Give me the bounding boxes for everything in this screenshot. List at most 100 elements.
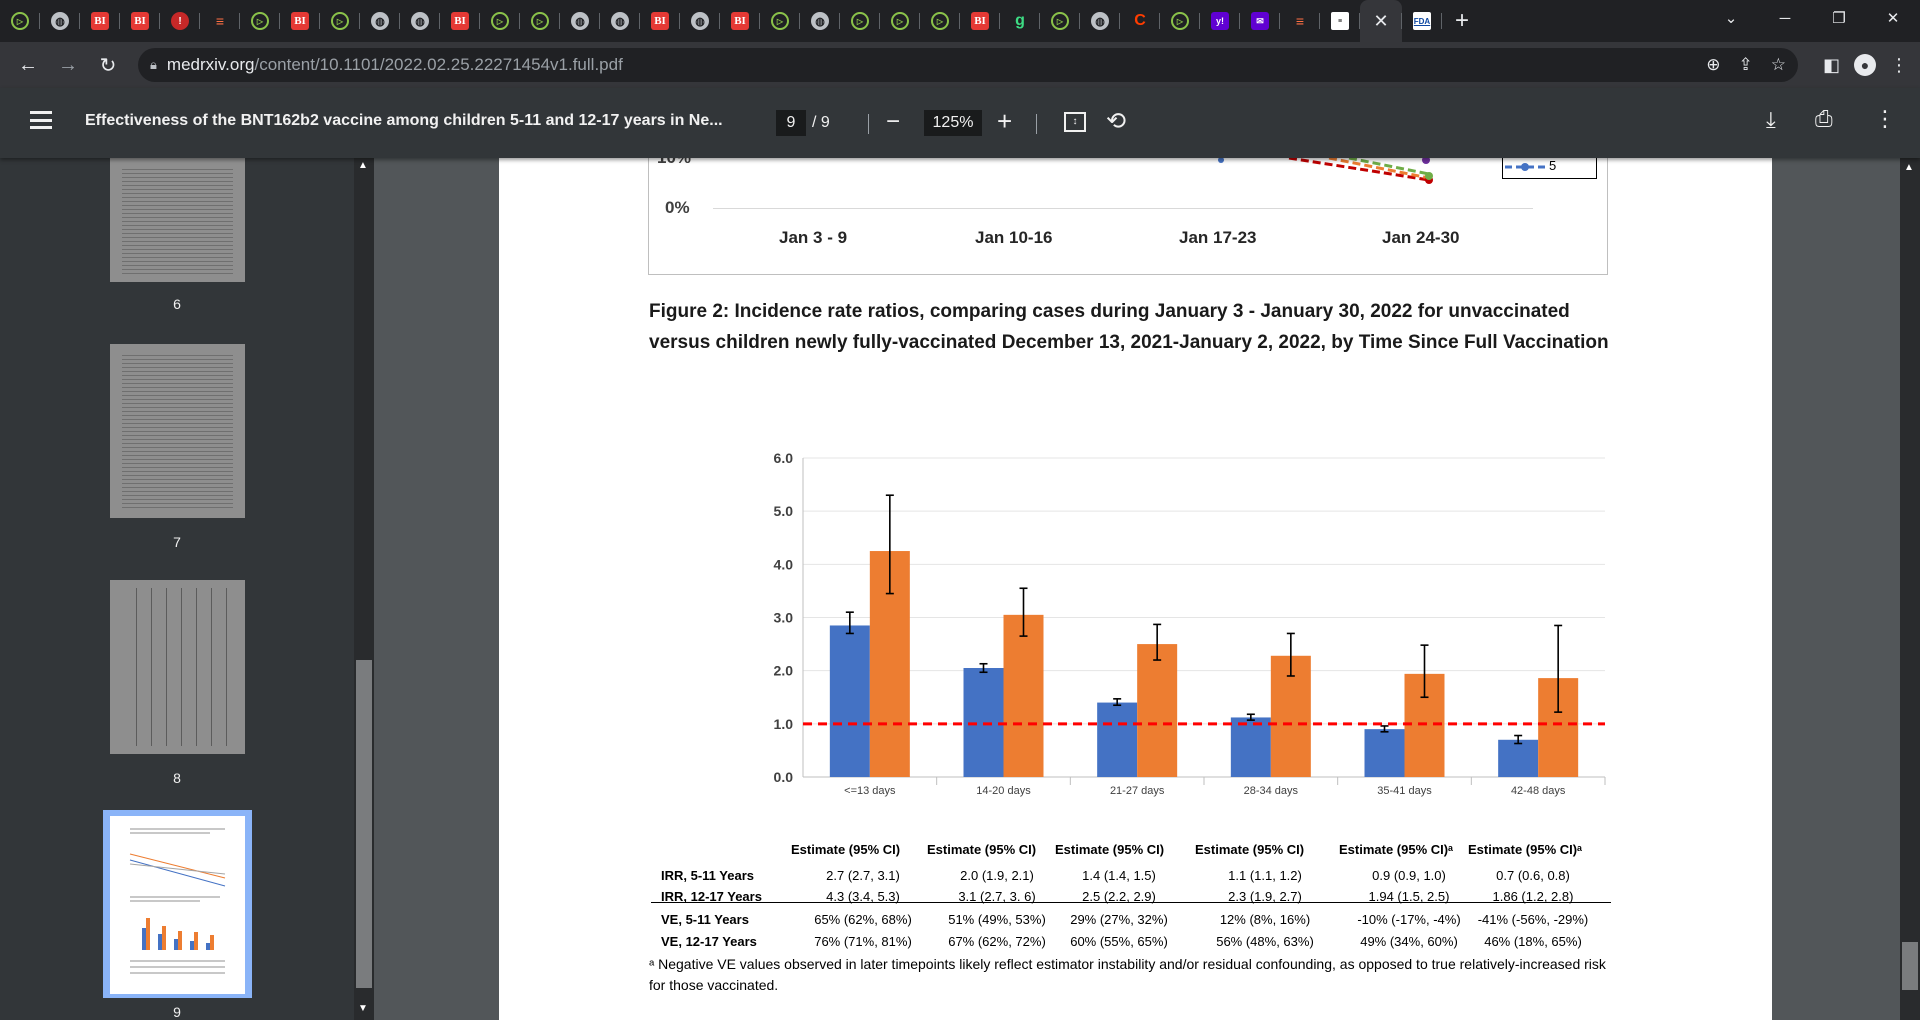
tab[interactable]: BI	[440, 0, 480, 42]
bi-icon: BI	[731, 12, 749, 30]
main-scrollbar[interactable]	[1900, 158, 1920, 1020]
tab[interactable]: ▷	[480, 0, 520, 42]
lock-icon[interactable]: 🔒︎	[150, 57, 157, 73]
globe-icon: ◍	[811, 12, 829, 30]
thumbnail-page-9[interactable]	[110, 816, 245, 994]
tab[interactable]: BI	[80, 0, 120, 42]
tab[interactable]: BI	[120, 0, 160, 42]
series-line	[1348, 158, 1430, 176]
tab-search-button[interactable]: ⌄	[1704, 0, 1758, 36]
tab[interactable]: ▷	[320, 0, 360, 42]
tab[interactable]: BI	[280, 0, 320, 42]
tab[interactable]: ▷	[520, 0, 560, 42]
more-actions-icon[interactable]: ⋮	[1874, 106, 1896, 132]
main-scroll-thumb[interactable]	[1902, 942, 1918, 990]
address-bar[interactable]: 🔒︎ medrxiv.org/content/10.1101/2022.02.2…	[138, 48, 1798, 82]
url-host: medrxiv.org	[166, 55, 255, 74]
tab[interactable]: BI	[720, 0, 760, 42]
profile-avatar[interactable]: ●	[1854, 54, 1876, 76]
tab[interactable]: g	[1000, 0, 1040, 42]
tab-active[interactable]: ✕	[1360, 0, 1402, 42]
chrome-menu-icon[interactable]: ⋮	[1890, 55, 1908, 76]
share-icon[interactable]: ⇪	[1739, 55, 1753, 75]
zoom-in-button[interactable]: +	[997, 106, 1012, 137]
scroll-up-icon[interactable]: ▲	[1904, 162, 1914, 173]
tab[interactable]: ▷	[840, 0, 880, 42]
pdf-page: 10% 0% Jan 3 - 9 Jan 10-16 Jan 17-23 Jan…	[499, 148, 1772, 1020]
fit-page-icon[interactable]: ↕	[1064, 112, 1086, 132]
zoom-input[interactable]: 125%	[924, 110, 982, 136]
tab[interactable]: ◍	[560, 0, 600, 42]
tab[interactable]: ◍	[40, 0, 80, 42]
tab[interactable]: y!	[1200, 0, 1240, 42]
tab[interactable]: ≡	[1280, 0, 1320, 42]
thumbnail-page-7[interactable]	[110, 344, 245, 518]
table-header: Estimate (95% CI)ᵃ	[1339, 842, 1453, 857]
thumbnail-page-8[interactable]	[110, 580, 245, 754]
tab[interactable]: BI	[960, 0, 1000, 42]
table-cell: 60% (55%, 65%)	[1070, 934, 1168, 949]
bar	[1137, 644, 1178, 777]
close-window-button[interactable]: ✕	[1866, 0, 1920, 36]
tab[interactable]: ▷	[880, 0, 920, 42]
play-icon: ▷	[891, 12, 909, 30]
tab[interactable]: !	[160, 0, 200, 42]
print-icon[interactable]: ⎙	[1815, 106, 1833, 132]
back-button[interactable]: ←	[8, 47, 48, 83]
download-icon[interactable]: ⤓	[1766, 107, 1776, 133]
bi-icon: BI	[91, 12, 109, 30]
thumbnail-page-6[interactable]	[110, 158, 245, 282]
forward-button[interactable]: →	[48, 47, 88, 83]
close-tab-icon[interactable]: ✕	[1373, 11, 1388, 32]
tab[interactable]: ▷	[920, 0, 960, 42]
tab[interactable]: C	[1120, 0, 1160, 42]
page-number-input[interactable]: 9	[776, 110, 806, 136]
bi-icon: BI	[291, 12, 309, 30]
tab[interactable]: ◍	[360, 0, 400, 42]
omnibox-actions: ⊕ ⇪ ☆	[1706, 48, 1786, 82]
tab[interactable]: ◍	[800, 0, 840, 42]
tab[interactable]: ▷	[1040, 0, 1080, 42]
play-icon: ▷	[11, 12, 29, 30]
tab[interactable]: BI	[640, 0, 680, 42]
tab[interactable]: ✉	[1240, 0, 1280, 42]
zoom-out-button[interactable]: −	[886, 108, 900, 136]
tab[interactable]: ◍	[400, 0, 440, 42]
scroll-up-icon[interactable]: ▲	[358, 160, 368, 171]
table-cell: 51% (49%, 53%)	[948, 912, 1046, 927]
table-cell: 29% (27%, 32%)	[1070, 912, 1168, 927]
tab-strip: ▷ ◍ BI BI! ≡ ▷ BI ▷ ◍ ◍ BI ▷ ▷ ◍ ◍ BI ◍ BI ▷ ◍ ▷ ▷ ▷ BI g ▷ ◍ C ▷ y! ✉…	[0, 0, 1920, 42]
new-tab-button[interactable]: +	[1442, 7, 1482, 35]
minimize-button[interactable]: ─	[1758, 0, 1812, 36]
tab-fda[interactable]: FDA	[1402, 0, 1442, 42]
rotate-icon[interactable]: ⟲	[1106, 107, 1126, 136]
g-icon: g	[1015, 12, 1025, 29]
sidebar-scroll-thumb[interactable]	[356, 660, 372, 988]
table-cell: 46% (18%, 65%)	[1484, 934, 1582, 949]
table-cell: 1.1 (1.1, 1.2)	[1228, 868, 1302, 883]
tab[interactable]: ◍	[680, 0, 720, 42]
tab[interactable]: ≡	[200, 0, 240, 42]
restore-button[interactable]: ❐	[1812, 0, 1866, 36]
table-header: Estimate (95% CI)	[927, 842, 1037, 857]
bar	[1364, 729, 1405, 777]
thumbnail-label: 8	[173, 770, 181, 786]
reload-button[interactable]: ↻	[88, 47, 128, 83]
menu-icon[interactable]	[30, 111, 52, 129]
scroll-down-icon[interactable]: ▼	[358, 1003, 368, 1014]
tab[interactable]: ◍	[600, 0, 640, 42]
tab[interactable]: ▷	[240, 0, 280, 42]
play-icon: ▷	[251, 12, 269, 30]
tab[interactable]: ≡	[1320, 0, 1360, 42]
zoom-icon[interactable]: ⊕	[1706, 55, 1720, 75]
tab[interactable]: ▷	[760, 0, 800, 42]
tab[interactable]: ◍	[1080, 0, 1120, 42]
tab[interactable]: ▷	[0, 0, 40, 42]
y-tick-label: 3.0	[774, 610, 794, 626]
bookmark-star-icon[interactable]: ☆	[1771, 55, 1786, 75]
tab[interactable]: ▷	[1160, 0, 1200, 42]
side-panel-icon[interactable]: ◧	[1823, 55, 1840, 76]
play-icon: ▷	[1171, 12, 1189, 30]
table-cell: 76% (71%, 81%)	[814, 934, 912, 949]
globe-icon: ◍	[1091, 12, 1109, 30]
